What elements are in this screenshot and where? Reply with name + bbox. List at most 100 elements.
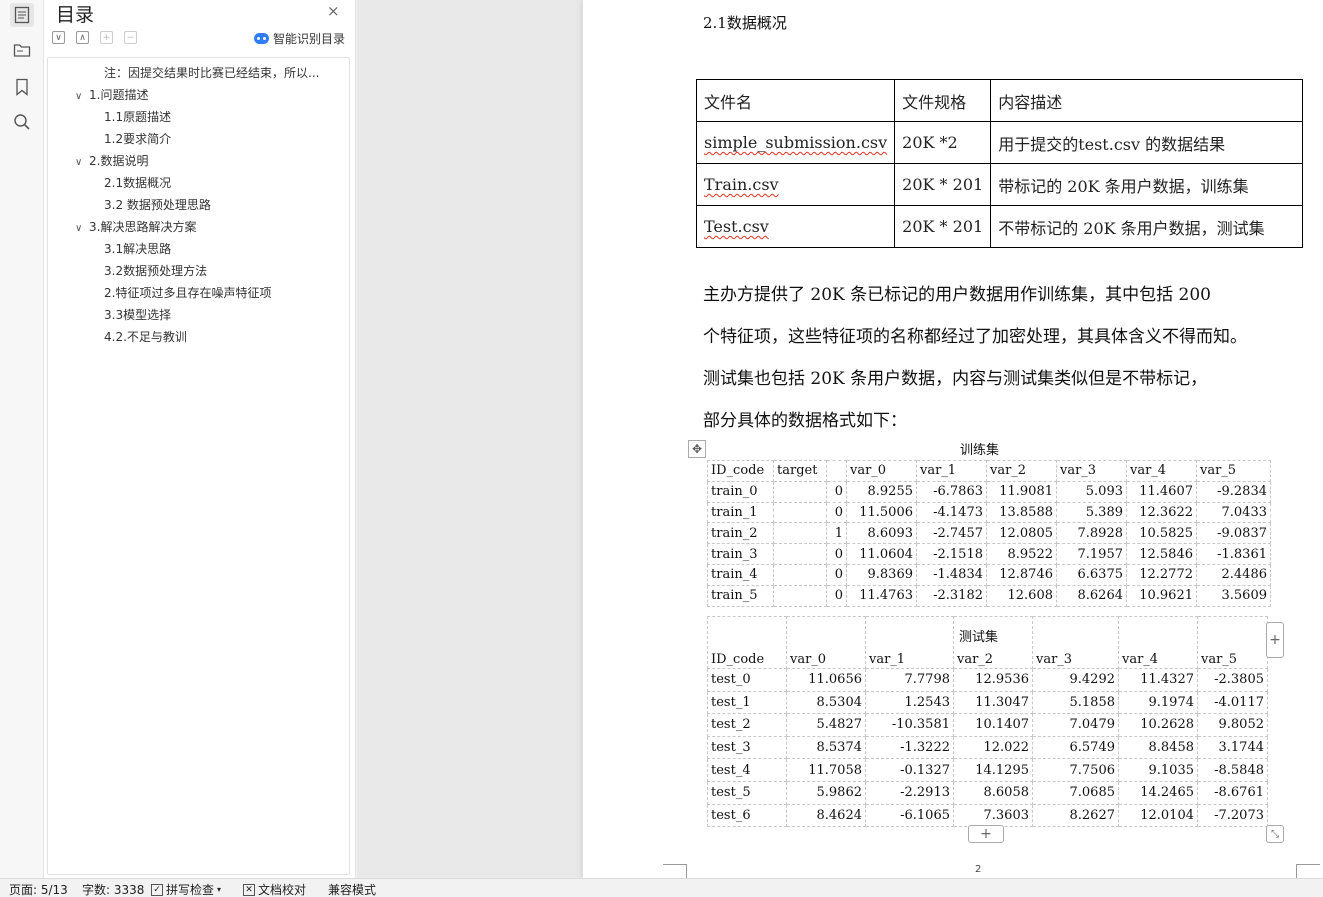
- table-cell: 5.4827: [786, 713, 866, 737]
- table-row: train_3 0 11.0604 -2.1518 8.9522 7.1957 12.584…: [707, 543, 1271, 565]
- proofread-button[interactable]: ✕ 文档校对: [243, 881, 306, 897]
- table-cell: 7.1957: [1056, 543, 1127, 565]
- table-header-cell: var_0: [786, 616, 866, 669]
- cell-text: Test.csv: [704, 217, 769, 236]
- table-cell: 7.0479: [1032, 713, 1119, 737]
- page-number: 2: [975, 864, 982, 875]
- toc-item[interactable]: 4.2.不足与教训: [104, 326, 187, 348]
- chevron-down-icon[interactable]: ∨: [75, 152, 89, 174]
- toc-title: 目录: [56, 4, 95, 26]
- toc-item[interactable]: ∨ 3.解决思路解决方案: [75, 216, 196, 238]
- table-cell: 9.1035: [1118, 758, 1198, 782]
- cell-text: 不带标记的 20K 条用户数据，测试集: [998, 218, 1265, 238]
- table-header-cell: 文件规格: [894, 79, 992, 122]
- table-cell: -9.2834: [1196, 480, 1271, 503]
- toc-item-label: 2.数据说明: [89, 154, 149, 168]
- smart-toc-button[interactable]: 智能识别目录: [254, 30, 345, 47]
- table-header-cell: var_5: [1197, 616, 1268, 669]
- table-cell: -9.0837: [1196, 522, 1271, 545]
- table-cell: -2.3182: [916, 584, 987, 607]
- toc-item-label: 3.2数据预处理方法: [104, 264, 208, 278]
- table-header-row: ID_code target var_0 var_1 var_2 var_3 var_4 va…: [707, 460, 1271, 482]
- table-cell: 14.1295: [953, 758, 1033, 782]
- page-indicator[interactable]: 页面: 5/13: [9, 881, 68, 897]
- table-cell: 5.093: [1056, 480, 1127, 503]
- table-cell: 8.4624: [786, 803, 866, 828]
- table-cell: train_3: [707, 543, 774, 565]
- table-cell: simple_submission.csv: [695, 121, 896, 164]
- table-cell: [773, 522, 827, 545]
- toc-item[interactable]: ∨ 2.数据说明: [75, 150, 148, 172]
- table-row: test_5 5.9862 -2.2913 8.6058 7.0685 14.2465 -8…: [707, 780, 1268, 805]
- table-cell: 8.8458: [1118, 735, 1198, 760]
- proofread-icon: ✕: [243, 883, 255, 896]
- cell-text: simple_submission.csv: [704, 133, 888, 152]
- table-cell: 7.7798: [865, 668, 954, 692]
- table-cell: -4.1473: [916, 501, 987, 524]
- toc-item[interactable]: ∨ 1.问题描述: [75, 84, 148, 106]
- table-cell: 7.0685: [1032, 780, 1119, 805]
- move-handle-icon[interactable]: ✥: [688, 440, 706, 458]
- chevron-down-icon[interactable]: ∨: [75, 218, 89, 240]
- collapse-all-icon[interactable]: ∨: [52, 31, 65, 44]
- toc-item[interactable]: 3.1解决思路: [104, 238, 171, 260]
- expand-all-icon[interactable]: ∧: [76, 31, 89, 44]
- toc-item[interactable]: 注：因提交结果时比赛已经结束，所以...: [104, 62, 319, 84]
- chevron-down-icon[interactable]: ∨: [75, 86, 89, 108]
- toc-item[interactable]: 3.3模型选择: [104, 304, 171, 326]
- status-bar: 页面: 5/13 字数: 3338 ✓ 拼写检查 ▾ ✕ 文档校对 兼容模式: [0, 878, 1323, 897]
- compat-mode: 兼容模式: [328, 883, 377, 897]
- toc-item-label: 2.1数据概况: [104, 176, 172, 190]
- cell-text: 带标记的 20K 条用户数据，训练集: [998, 176, 1249, 196]
- table-cell: 8.2627: [1032, 803, 1119, 828]
- table-cell: -2.3805: [1197, 668, 1268, 692]
- table-header-cell: var_3: [1032, 616, 1119, 669]
- add-row-icon[interactable]: +: [968, 825, 1004, 843]
- table-header-cell: var_0: [846, 460, 917, 482]
- table-cell: Train.csv: [695, 163, 896, 206]
- table-row: test_3 8.5374 -1.3222 12.022 6.5749 8.8458 3.1…: [707, 735, 1268, 760]
- table-header-cell: var_1: [916, 460, 987, 482]
- table-cell: 12.608: [986, 584, 1057, 607]
- add-icon[interactable]: +: [100, 31, 113, 44]
- cell-text: 20K * 201: [902, 217, 984, 236]
- spellcheck-button[interactable]: ✓ 拼写检查 ▾: [151, 881, 221, 897]
- table-cell: -2.1518: [916, 543, 987, 565]
- table-cell: 11.9081: [986, 480, 1057, 503]
- table-header-cell: var_4: [1118, 616, 1198, 669]
- table-cell: 7.7506: [1032, 758, 1119, 782]
- table-cell: 1.2543: [865, 690, 954, 715]
- bookmark-icon[interactable]: [10, 75, 34, 99]
- toc-item[interactable]: 2.1数据概况: [104, 172, 171, 194]
- table-row: test_2 5.4827 -10.3581 10.1407 7.0479 10.2628…: [707, 713, 1268, 737]
- table-cell: 12.5846: [1126, 543, 1197, 565]
- word-count[interactable]: 字数: 3338: [82, 881, 144, 897]
- toc-item[interactable]: 3.2 数据预处理思路: [104, 194, 211, 216]
- table-row: Test.csv 20K * 201 不带标记的 20K 条用户数据，测试集: [695, 205, 1304, 248]
- table-cell: -2.7457: [916, 522, 987, 545]
- folder-icon[interactable]: [10, 38, 34, 62]
- cell-text: 20K * 201: [902, 175, 984, 194]
- resize-icon[interactable]: ⤡: [1266, 825, 1284, 843]
- remove-icon[interactable]: −: [124, 31, 137, 44]
- table-cell: 0: [826, 480, 847, 503]
- table-row: train_5 0 11.4763 -2.3182 12.608 8.6264 10.962…: [707, 584, 1271, 607]
- close-icon[interactable]: ×: [327, 2, 340, 20]
- toc-item[interactable]: 2.特征项过多且存在噪声特征项: [104, 282, 271, 304]
- table-cell: 用于提交的test.csv 的数据结果: [990, 121, 1304, 164]
- search-icon[interactable]: [10, 110, 34, 134]
- toc-item[interactable]: 1.1原题描述: [104, 106, 171, 128]
- table-cell: 9.4292: [1032, 668, 1119, 692]
- table-cell: test_4: [707, 758, 787, 782]
- table-cell: -1.8361: [1196, 543, 1271, 565]
- add-column-icon[interactable]: +: [1266, 622, 1284, 658]
- toc-item[interactable]: 1.2要求简介: [104, 128, 171, 150]
- chevron-down-icon: ▾: [217, 885, 222, 894]
- table-cell: train_1: [707, 501, 774, 524]
- table-cell: 13.8588: [986, 501, 1057, 524]
- toc-item[interactable]: 3.2数据预处理方法: [104, 260, 207, 282]
- test-table: ID_code var_0 var_1 var_2 var_3 var_4 var_5 tes…: [707, 616, 1268, 828]
- document-icon[interactable]: [10, 3, 34, 27]
- table-cell: 7.8928: [1056, 522, 1127, 545]
- paragraph-line: 主办方提供了 20K 条已标记的用户数据用作训练集，其中包括 200: [703, 285, 1211, 305]
